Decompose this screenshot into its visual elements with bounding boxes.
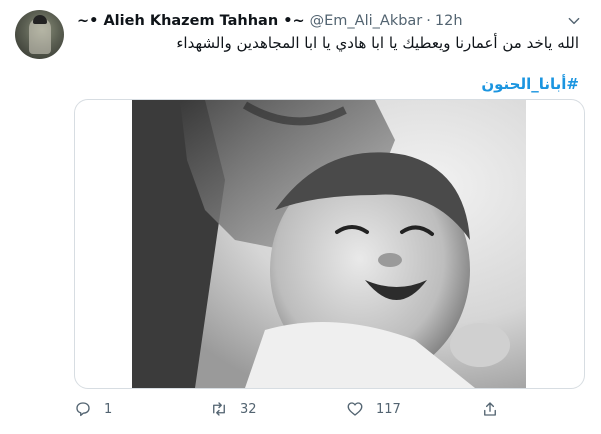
- reply-icon: [76, 402, 90, 417]
- like-count: 117: [376, 401, 401, 417]
- author-name[interactable]: ~• Alieh Khazem Tahhan •~: [77, 13, 305, 29]
- retweet-count: 32: [240, 401, 257, 417]
- tweet-text: الله ياخد من أعمارنا ويعطيك يا ابا هادي …: [176, 34, 579, 52]
- avatar[interactable]: [15, 10, 64, 59]
- like-button[interactable]: 117: [346, 395, 401, 423]
- retweet-icon: [213, 402, 225, 416]
- tweet-photo[interactable]: [74, 99, 585, 389]
- photo-image: [75, 100, 584, 388]
- heart-icon: [347, 402, 363, 416]
- separator-dot: ·: [426, 13, 431, 29]
- chevron-down-icon: [568, 17, 580, 25]
- timestamp[interactable]: 12h: [435, 13, 463, 29]
- share-button[interactable]: [481, 395, 499, 423]
- share-icon: [484, 402, 496, 416]
- tweet-actions: 1 32 117: [74, 395, 504, 423]
- more-options-button[interactable]: [563, 10, 585, 32]
- tweet-card[interactable]: ~• Alieh Khazem Tahhan •~ @Em_Ali_Akbar …: [0, 0, 601, 434]
- avatar-hat: [33, 15, 47, 24]
- hashtag-link[interactable]: #أبانا_الحنون: [481, 75, 579, 93]
- author-handle[interactable]: @Em_Ali_Akbar: [310, 13, 423, 29]
- reply-count: 1: [104, 401, 113, 417]
- tweet-header: ~• Alieh Khazem Tahhan •~ @Em_Ali_Akbar …: [77, 11, 463, 31]
- retweet-button[interactable]: 32: [210, 395, 257, 423]
- reply-button[interactable]: 1: [74, 395, 112, 423]
